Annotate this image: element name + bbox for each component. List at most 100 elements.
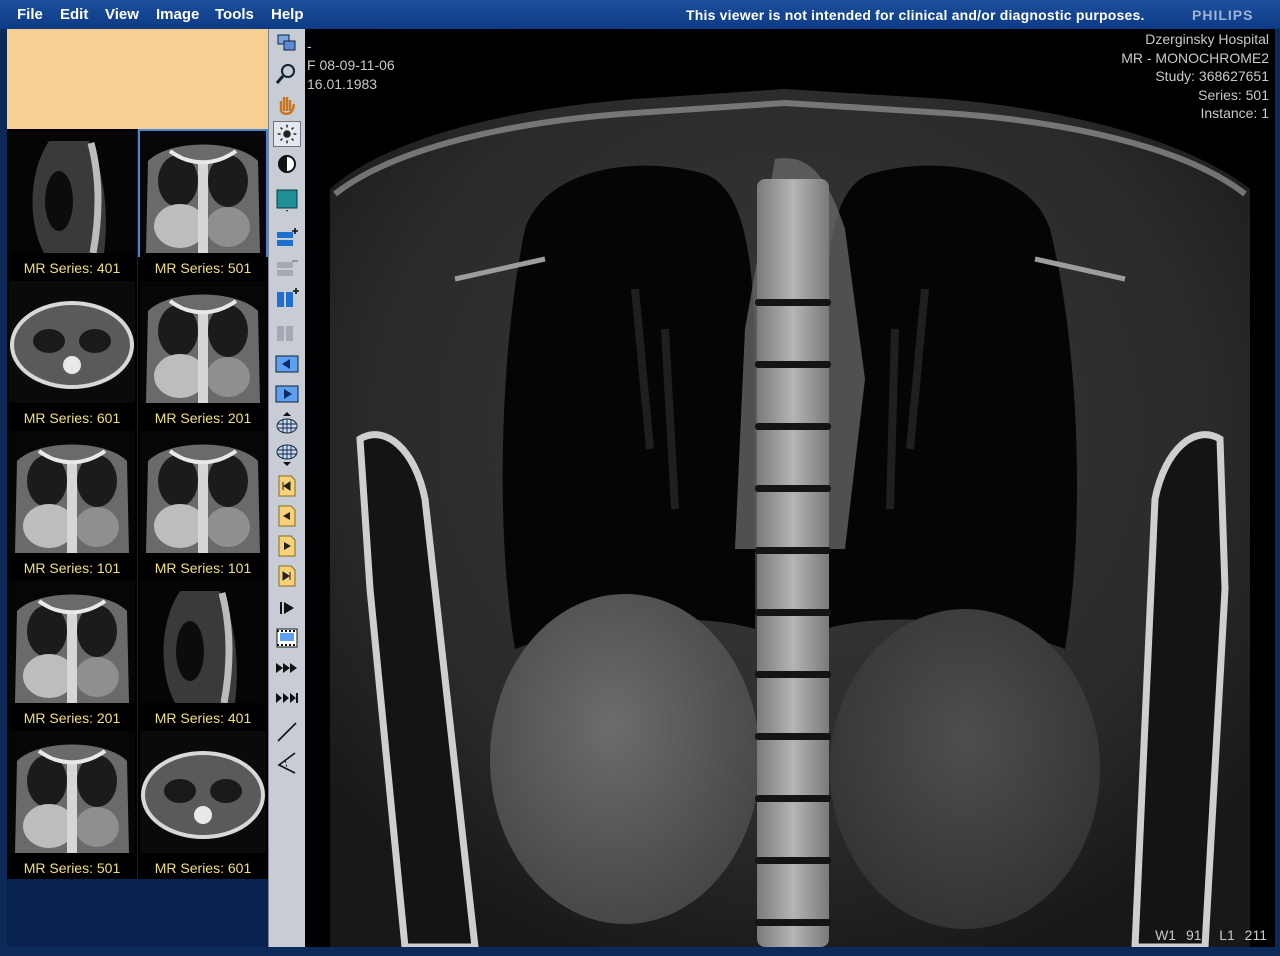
info-banner bbox=[7, 29, 268, 129]
next-image-tool-button[interactable] bbox=[273, 381, 301, 407]
cine-film-tool-button[interactable] bbox=[273, 625, 301, 651]
spine-disc bbox=[755, 857, 831, 864]
last-series-icon bbox=[278, 565, 296, 587]
series-thumbnail[interactable]: MR Series: 201 bbox=[7, 579, 137, 729]
last-series-tool-button[interactable] bbox=[273, 563, 301, 589]
window-border-right bbox=[1275, 29, 1280, 947]
spine-disc bbox=[755, 299, 831, 306]
series-thumbnail[interactable]: MR Series: 201 bbox=[138, 279, 268, 429]
thumbnail-image bbox=[140, 131, 266, 253]
first-series-tool-button[interactable] bbox=[273, 473, 301, 499]
skip-forward-icon bbox=[276, 693, 298, 703]
thumbnail-image bbox=[140, 731, 266, 853]
previous-image-icon bbox=[275, 355, 299, 373]
invert-tool-button[interactable] bbox=[273, 151, 301, 177]
study-number: Study: 368627651 bbox=[1155, 68, 1269, 84]
measure-angle-tool-button[interactable] bbox=[273, 749, 301, 775]
menu-help[interactable]: Help bbox=[271, 6, 304, 23]
series-thumbnail-label: MR Series: 201 bbox=[138, 407, 268, 429]
series-thumbnail[interactable]: MR Series: 601 bbox=[7, 279, 137, 429]
spine-disc bbox=[755, 547, 831, 554]
spine-disc bbox=[755, 485, 831, 492]
add-row-tool-button[interactable] bbox=[273, 225, 301, 251]
patient-id: F 08-09-11-06 bbox=[307, 57, 395, 73]
spine-disc bbox=[755, 795, 831, 802]
invert-icon bbox=[278, 155, 296, 173]
thumbnail-image bbox=[9, 731, 135, 853]
previous-series-icon bbox=[278, 505, 296, 527]
series-thumbnail[interactable]: MR Series: 401 bbox=[138, 579, 268, 729]
thumbnail-image bbox=[9, 431, 135, 553]
series-thumbnail[interactable]: MR Series: 101 bbox=[7, 429, 137, 579]
fast-forward-icon bbox=[276, 663, 297, 673]
series-thumbnail-label: MR Series: 501 bbox=[7, 857, 137, 879]
spine-disc bbox=[755, 423, 831, 430]
menu-file[interactable]: File bbox=[17, 6, 43, 23]
single-layout-tool-button[interactable] bbox=[273, 187, 301, 213]
disclaimer-text: This viewer is not intended for clinical… bbox=[686, 7, 1145, 23]
tool-bar bbox=[268, 29, 306, 947]
measure-line-tool-button[interactable] bbox=[273, 719, 301, 745]
patient-birthdate: 16.01.1983 bbox=[307, 76, 378, 92]
patient-info: - F 08-09-11-06 16.01.1983 bbox=[307, 37, 395, 94]
thumbnail-image bbox=[9, 131, 135, 253]
skip-forward-tool-button[interactable] bbox=[273, 685, 301, 711]
cine-film-icon bbox=[276, 628, 298, 648]
series-thumbnail[interactable]: MR Series: 401 bbox=[7, 129, 137, 279]
menu-image[interactable]: Image bbox=[156, 6, 199, 23]
series-thumbnail[interactable]: MR Series: 501 bbox=[138, 129, 268, 279]
play-tool-button[interactable] bbox=[273, 595, 301, 621]
series-thumbnail[interactable]: MR Series: 501 bbox=[7, 729, 137, 879]
series-thumbnail-label: MR Series: 201 bbox=[7, 707, 137, 729]
menu-tools[interactable]: Tools bbox=[215, 6, 254, 23]
image-viewport[interactable]: - F 08-09-11-06 16.01.1983 Dzerginsky Ho… bbox=[305, 29, 1275, 947]
zoom-icon bbox=[275, 64, 295, 84]
remove-row-icon bbox=[277, 260, 298, 276]
next-series-icon bbox=[278, 535, 296, 557]
spine-disc bbox=[755, 919, 831, 926]
previous-series-tool-button[interactable] bbox=[273, 503, 301, 529]
stack-icon bbox=[277, 34, 296, 51]
pan-hand-tool-button[interactable] bbox=[273, 91, 301, 117]
next-series-tool-button[interactable] bbox=[273, 533, 301, 559]
spine-disc bbox=[755, 361, 831, 368]
zoom-tool-button[interactable] bbox=[273, 61, 301, 87]
series-thumbnail-label: MR Series: 101 bbox=[7, 557, 137, 579]
series-thumbnail-label: MR Series: 501 bbox=[138, 257, 268, 279]
brand-logo: PHILIPS bbox=[1192, 7, 1254, 23]
series-thumbnail[interactable]: MR Series: 601 bbox=[138, 729, 268, 879]
remove-column-tool-button[interactable] bbox=[273, 319, 301, 345]
previous-image-tool-button[interactable] bbox=[273, 351, 301, 377]
series-thumbnail-label: MR Series: 401 bbox=[138, 707, 268, 729]
series-thumbnail-label: MR Series: 101 bbox=[138, 557, 268, 579]
first-series-icon bbox=[278, 475, 296, 497]
remove-row-tool-button[interactable] bbox=[273, 255, 301, 281]
spine-disc bbox=[755, 733, 831, 740]
menu-edit[interactable]: Edit bbox=[60, 6, 88, 23]
thumbnail-image bbox=[140, 281, 266, 403]
play-icon bbox=[280, 602, 294, 614]
add-column-tool-button[interactable] bbox=[273, 285, 301, 311]
measure-angle-icon bbox=[277, 752, 296, 774]
menu-view[interactable]: View bbox=[105, 6, 139, 23]
spine-disc bbox=[755, 609, 831, 616]
window-level-readout: W1 918 L1 211 bbox=[1155, 927, 1267, 943]
spine-disc bbox=[755, 671, 831, 678]
next-image-icon bbox=[275, 385, 299, 403]
grid-down-tool-button[interactable] bbox=[273, 441, 301, 467]
patient-id-marker: - bbox=[307, 38, 312, 54]
series-thumbnail[interactable]: MR Series: 101 bbox=[138, 429, 268, 579]
add-row-icon bbox=[277, 228, 298, 246]
brightness-tool-button[interactable] bbox=[273, 121, 301, 147]
thumbnail-image bbox=[140, 581, 266, 703]
grid-up-tool-button[interactable] bbox=[273, 411, 301, 437]
series-thumbnail-label: MR Series: 401 bbox=[7, 257, 137, 279]
measure-line-icon bbox=[277, 722, 297, 742]
add-column-icon bbox=[277, 288, 299, 307]
menu-bar: File Edit View Image Tools Help This vie… bbox=[0, 0, 1280, 29]
remove-column-icon bbox=[277, 326, 293, 341]
stack-tool-button[interactable] bbox=[273, 31, 301, 57]
fast-forward-tool-button[interactable] bbox=[273, 655, 301, 681]
mri-image bbox=[330, 89, 1250, 947]
thumbnail-image bbox=[140, 431, 266, 553]
